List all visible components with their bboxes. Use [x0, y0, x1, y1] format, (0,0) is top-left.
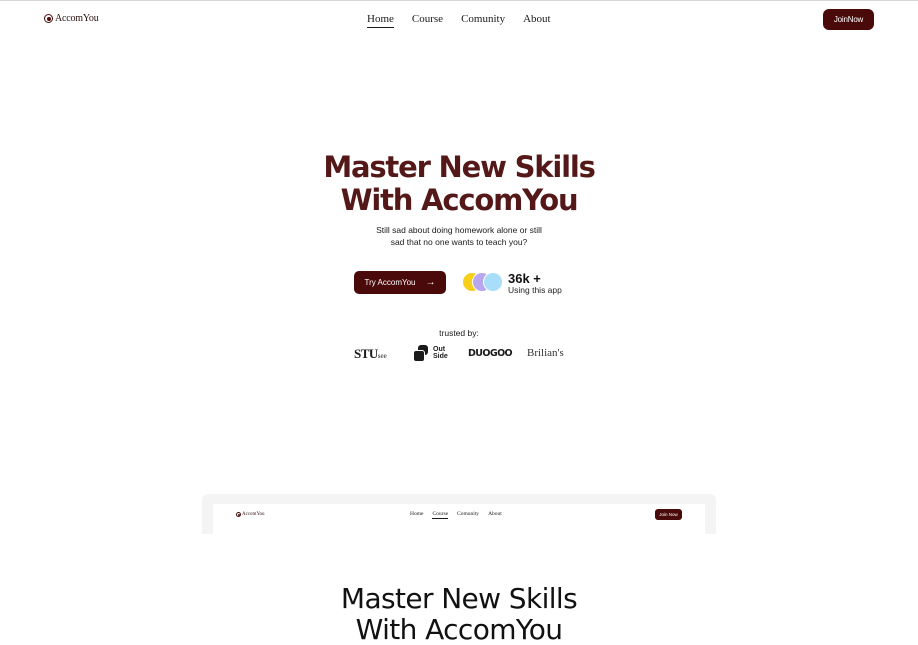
- section-title-line1: Master New Skills: [340, 582, 578, 615]
- preview-nav: Home Course Comunity About: [410, 511, 502, 519]
- nav-item-comunity[interactable]: Comunity: [461, 13, 505, 28]
- logo-duogoo: DUOGOO: [468, 348, 513, 359]
- site-preview-card: AccomYou Home Course Comunity About Join…: [202, 494, 716, 534]
- hero-subtitle-line2: sad that no one wants to teach you?: [390, 237, 528, 247]
- logo-stusee: STUsee: [354, 346, 387, 362]
- user-count-label: Using this app: [508, 285, 562, 295]
- logo-stusee-sub: see: [377, 352, 387, 360]
- section-title: Master New Skills With AccomYou: [0, 583, 918, 645]
- trusted-by-label: trusted by:: [439, 328, 479, 338]
- hero-subtitle: Still sad about doing homework alone or …: [0, 224, 918, 248]
- hero-title-line2: With AccomYou: [340, 183, 579, 217]
- preview-nav-home: Home: [410, 511, 424, 517]
- logo-outside-text: Out Side: [433, 346, 448, 360]
- section-title-line2: With AccomYou: [355, 613, 563, 645]
- logo-outside-line2: Side: [433, 353, 448, 360]
- page: AccomYou Home Course Comunity About Join…: [0, 0, 918, 645]
- hero-title: Master New Skills With AccomYou: [0, 151, 918, 217]
- preview-brand-name: AccomYou: [242, 512, 265, 517]
- nav-item-course[interactable]: Course: [412, 13, 443, 28]
- nav-item-home[interactable]: Home: [367, 13, 394, 28]
- site-preview-screen: AccomYou Home Course Comunity About Join…: [213, 504, 705, 534]
- nav-item-about[interactable]: About: [523, 13, 551, 28]
- logo-outside: Out Side: [413, 345, 448, 362]
- brand-logo[interactable]: AccomYou: [44, 13, 99, 24]
- logo-outside-line1: Out: [433, 346, 446, 353]
- hero-subtitle-line1: Still sad about doing homework alone or …: [376, 225, 542, 235]
- try-button-label: Try AccomYou: [364, 278, 416, 287]
- preview-nav-course: Course: [432, 511, 449, 519]
- brand-mark-icon: [44, 14, 53, 23]
- user-avatars: [462, 272, 506, 292]
- preview-nav-about: About: [488, 511, 502, 517]
- brand-name: AccomYou: [55, 13, 99, 24]
- avatar: [483, 272, 503, 292]
- outside-mark-icon: [413, 345, 429, 362]
- logo-brilians: Brilian's: [527, 347, 564, 359]
- preview-brand-logo: AccomYou: [236, 512, 265, 517]
- try-accomyou-button[interactable]: Try AccomYou →: [354, 271, 446, 294]
- arrow-right-icon: →: [425, 277, 436, 288]
- preview-join-now-button: Join Now: [655, 509, 682, 520]
- hero-title-line1: Master New Skills: [323, 150, 596, 184]
- preview-nav-comunity: Comunity: [457, 511, 480, 517]
- preview-brand-mark-icon: [236, 512, 241, 517]
- user-count: 36k +: [508, 271, 541, 286]
- main-nav: Home Course Comunity About: [367, 13, 551, 28]
- join-now-button[interactable]: JoinNow: [823, 9, 874, 30]
- logo-stusee-main: STU: [354, 346, 378, 361]
